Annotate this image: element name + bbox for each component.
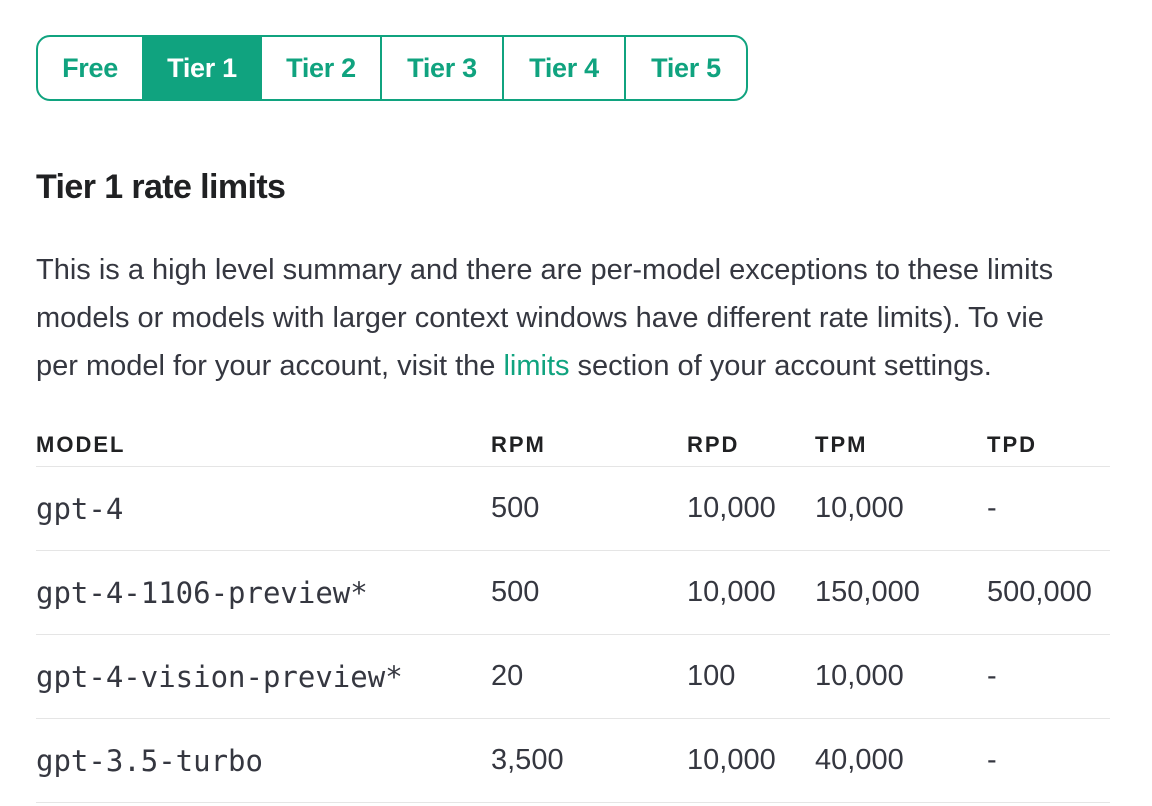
cell-model: gpt-4-vision-preview* <box>36 634 491 719</box>
table-header-row: MODEL RPM RPD TPM TPD <box>36 424 1110 467</box>
cell-rpd: 10,000 <box>687 466 815 551</box>
header-rpm: RPM <box>491 424 687 467</box>
table-row: gpt-3.5-turbo 3,500 10,000 40,000 - <box>36 718 1110 803</box>
tier-tab-bar: Free Tier 1 Tier 2 Tier 3 Tier 4 Tier 5 <box>36 35 748 101</box>
cell-model: gpt-3.5-turbo <box>36 718 491 803</box>
tab-tier-1[interactable]: Tier 1 <box>142 37 260 99</box>
summary-line-3-end: section of your account settings. <box>569 350 992 382</box>
section-heading: Tier 1 rate limits <box>36 168 286 206</box>
summary-line-1: This is a high level summary and there a… <box>36 254 1054 286</box>
cell-model: gpt-4 <box>36 466 491 551</box>
cell-tpd: - <box>987 718 1110 803</box>
cell-tpm: 10,000 <box>815 466 987 551</box>
cell-rpm: 500 <box>491 550 687 635</box>
cell-tpm: 40,000 <box>815 718 987 803</box>
summary-line-3-start: per model for your account, visit the <box>36 350 504 382</box>
cell-rpm: 500 <box>491 466 687 551</box>
header-tpm: TPM <box>815 424 987 467</box>
summary-paragraph: This is a high level summary and there a… <box>36 246 1152 390</box>
summary-line-2: models or models with larger context win… <box>36 302 1044 334</box>
cell-tpd: - <box>987 634 1110 719</box>
summary-line-3: per model for your account, visit the li… <box>36 342 1152 390</box>
cell-tpm: 10,000 <box>815 634 987 719</box>
cell-rpd: 10,000 <box>687 718 815 803</box>
table-row: gpt-4-vision-preview* 20 100 10,000 - <box>36 634 1110 719</box>
cell-model: gpt-4-1106-preview* <box>36 550 491 635</box>
table-row: gpt-4 500 10,000 10,000 - <box>36 466 1110 551</box>
cell-tpd: - <box>987 466 1110 551</box>
cell-tpd: 500,000 <box>987 550 1110 635</box>
rate-limits-table: MODEL RPM RPD TPM TPD gpt-4 500 10,000 1… <box>36 424 1110 803</box>
header-model: MODEL <box>36 424 491 467</box>
cell-rpm: 20 <box>491 634 687 719</box>
cell-rpm: 3,500 <box>491 718 687 803</box>
cell-tpm: 150,000 <box>815 550 987 635</box>
cell-rpd: 100 <box>687 634 815 719</box>
limits-link[interactable]: limits <box>503 350 569 382</box>
tab-tier-2[interactable]: Tier 2 <box>260 37 380 99</box>
tab-tier-4[interactable]: Tier 4 <box>502 37 624 99</box>
table-row: gpt-4-1106-preview* 500 10,000 150,000 5… <box>36 550 1110 635</box>
cell-rpd: 10,000 <box>687 550 815 635</box>
tab-tier-5[interactable]: Tier 5 <box>624 37 746 99</box>
header-rpd: RPD <box>687 424 815 467</box>
header-tpd: TPD <box>987 424 1110 467</box>
tab-tier-3[interactable]: Tier 3 <box>380 37 502 99</box>
tab-free[interactable]: Free <box>38 37 142 99</box>
